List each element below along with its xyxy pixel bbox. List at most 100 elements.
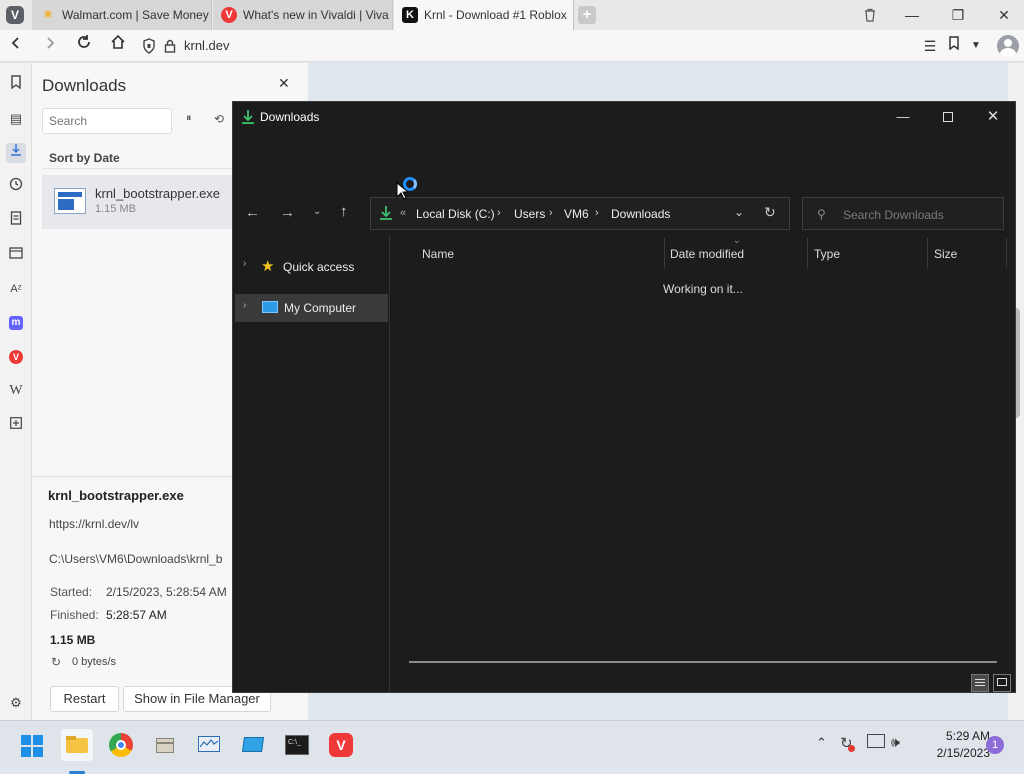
panel-title: Downloads [42, 76, 127, 95]
explorer-search-box[interactable]: ⚲ Search Downloads [802, 197, 1004, 230]
wikipedia-icon[interactable]: W [6, 381, 26, 401]
address-bar-row: krnl.dev ☰ ▼ [0, 30, 1024, 62]
nav-item-quick-access[interactable]: › ★ Quick access [233, 254, 389, 280]
column-date-modified[interactable]: Date modified [670, 247, 744, 261]
close-panel-icon[interactable]: ✕ [278, 75, 290, 92]
breadcrumb-downloads[interactable]: Downloads [611, 207, 670, 221]
tab-walmart[interactable]: ✳ Walmart.com | Save Money [32, 0, 212, 30]
breadcrumb-local-disk[interactable]: Local Disk (C:) [416, 207, 495, 221]
breadcrumb-overflow[interactable]: « [400, 207, 406, 219]
forward-button[interactable] [38, 34, 62, 58]
status-working: Working on it... [663, 282, 743, 296]
profile-avatar[interactable] [997, 35, 1019, 57]
translate-icon[interactable]: Aᶻ [6, 279, 26, 299]
url-field[interactable]: krnl.dev [184, 30, 230, 62]
reload-button[interactable] [72, 34, 96, 58]
browser-tab-bar: V ✳ Walmart.com | Save Money V What's ne… [0, 0, 1024, 30]
shield-icon[interactable] [142, 38, 158, 54]
tab-vivaldi[interactable]: V What's new in Vivaldi | Viva [213, 0, 393, 30]
expand-chevron-icon[interactable]: › [243, 258, 246, 269]
tab-label: Krnl - Download #1 Roblox [424, 8, 567, 22]
downloads-panel-icon[interactable] [6, 143, 26, 163]
recent-locations-chevron-icon[interactable]: ⌄ [313, 206, 321, 217]
sort-header[interactable]: Sort by Date [49, 151, 120, 165]
explorer-minimize-button[interactable]: — [889, 106, 917, 128]
bookmarks-panel-icon[interactable] [6, 75, 26, 95]
restart-button[interactable]: Restart [50, 686, 119, 712]
search-placeholder: Search Downloads [843, 208, 944, 222]
column-size[interactable]: Size [934, 247, 957, 261]
tab-krnl[interactable]: K Krnl - Download #1 Roblox [394, 0, 574, 30]
expand-chevron-icon[interactable]: › [243, 300, 246, 311]
refresh-icon[interactable]: ↻ [764, 204, 776, 221]
vivaldi-menu-icon[interactable]: V [6, 6, 24, 24]
sync-error-badge [848, 745, 855, 752]
breadcrumb-vm6[interactable]: VM6 [564, 207, 589, 221]
breadcrumb-users[interactable]: Users [514, 207, 545, 221]
explorer-back-button[interactable]: ← [245, 204, 260, 221]
explorer-close-button[interactable]: ✕ [979, 106, 1007, 128]
explorer-maximize-button[interactable] [934, 106, 962, 128]
settings-gear-icon[interactable]: ⚙ [6, 693, 26, 713]
mastodon-icon[interactable]: m [6, 313, 26, 333]
bookmark-icon[interactable] [942, 34, 966, 58]
detail-speed: 0 bytes/s [72, 656, 117, 668]
home-button[interactable] [106, 34, 130, 58]
column-name[interactable]: Name [422, 247, 454, 261]
address-dropdown-chevron-icon[interactable]: ⌄ [734, 205, 744, 219]
minimize-button[interactable]: — [892, 0, 932, 30]
restore-button[interactable]: ❐ [938, 0, 978, 30]
detail-url[interactable]: https://krnl.dev/lv [49, 517, 139, 531]
chevron-down-icon[interactable]: ▼ [964, 34, 988, 58]
start-windows-icon[interactable] [16, 729, 48, 761]
downloads-search-input[interactable] [42, 108, 172, 134]
network-icon[interactable] [867, 734, 885, 748]
vivaldi-web-panel-icon[interactable]: V [6, 347, 26, 367]
pause-icon[interactable]: ⏸ [186, 112, 192, 125]
clock-time[interactable]: 5:29 AM [916, 729, 990, 743]
nav-item-my-computer[interactable]: › My Computer [235, 294, 388, 322]
history-clear-icon[interactable]: ⟲ [214, 112, 224, 126]
address-breadcrumb[interactable]: « Local Disk (C:) › Users › VM6 › Downlo… [370, 197, 790, 230]
download-size: 1.15 MB [95, 203, 136, 215]
horizontal-scrollbar[interactable] [409, 661, 997, 663]
explorer-forward-button[interactable]: → [280, 204, 295, 221]
computer-icon [262, 301, 278, 313]
vivaldi-taskbar-icon[interactable]: V [325, 729, 357, 761]
monitor-taskbar-icon[interactable] [193, 729, 225, 761]
chrome-taskbar-icon[interactable] [105, 729, 137, 761]
up-button[interactable]: ↑ [340, 203, 348, 220]
reading-list-icon[interactable]: ▤ [6, 109, 26, 129]
details-view-icon[interactable] [971, 674, 989, 692]
mouse-cursor-icon [396, 181, 410, 200]
breadcrumb-separator-icon: › [549, 207, 553, 219]
notes-icon[interactable] [6, 211, 26, 231]
history-icon[interactable] [6, 177, 26, 197]
new-tab-button[interactable]: + [578, 6, 596, 24]
started-label: Started: [50, 585, 93, 599]
trash-icon[interactable] [850, 0, 890, 30]
thumbnails-view-icon[interactable] [993, 674, 1011, 692]
window-panel-icon[interactable] [6, 245, 26, 265]
lock-icon [164, 39, 176, 53]
app-window-taskbar-icon[interactable] [237, 729, 269, 761]
tab-label: What's new in Vivaldi | Viva [243, 8, 389, 22]
add-web-panel-icon[interactable] [6, 415, 26, 435]
detail-path[interactable]: C:\Users\VM6\Downloads\krnl_b [49, 552, 222, 566]
reader-view-icon[interactable]: ☰ [918, 34, 942, 58]
column-type[interactable]: Type [814, 247, 840, 261]
search-icon: ⚲ [817, 207, 826, 221]
volume-icon[interactable]: 🕪 [891, 734, 900, 751]
show-hidden-icons-chevron-icon[interactable]: ⌃ [816, 735, 827, 751]
file-explorer-taskbar-icon[interactable] [61, 729, 93, 774]
finished-value: 5:28:57 AM [106, 608, 167, 622]
back-button[interactable] [4, 34, 28, 58]
clock-date[interactable]: 2/15/2023 [916, 746, 990, 760]
package-taskbar-icon[interactable] [149, 729, 181, 761]
tab-label: Walmart.com | Save Money [62, 8, 209, 22]
terminal-taskbar-icon[interactable]: C:\_ [281, 729, 313, 761]
close-button[interactable]: ✕ [984, 0, 1024, 30]
star-icon: ★ [261, 258, 275, 275]
notification-badge[interactable]: 1 [986, 736, 1004, 754]
downloads-folder-icon [379, 205, 393, 224]
